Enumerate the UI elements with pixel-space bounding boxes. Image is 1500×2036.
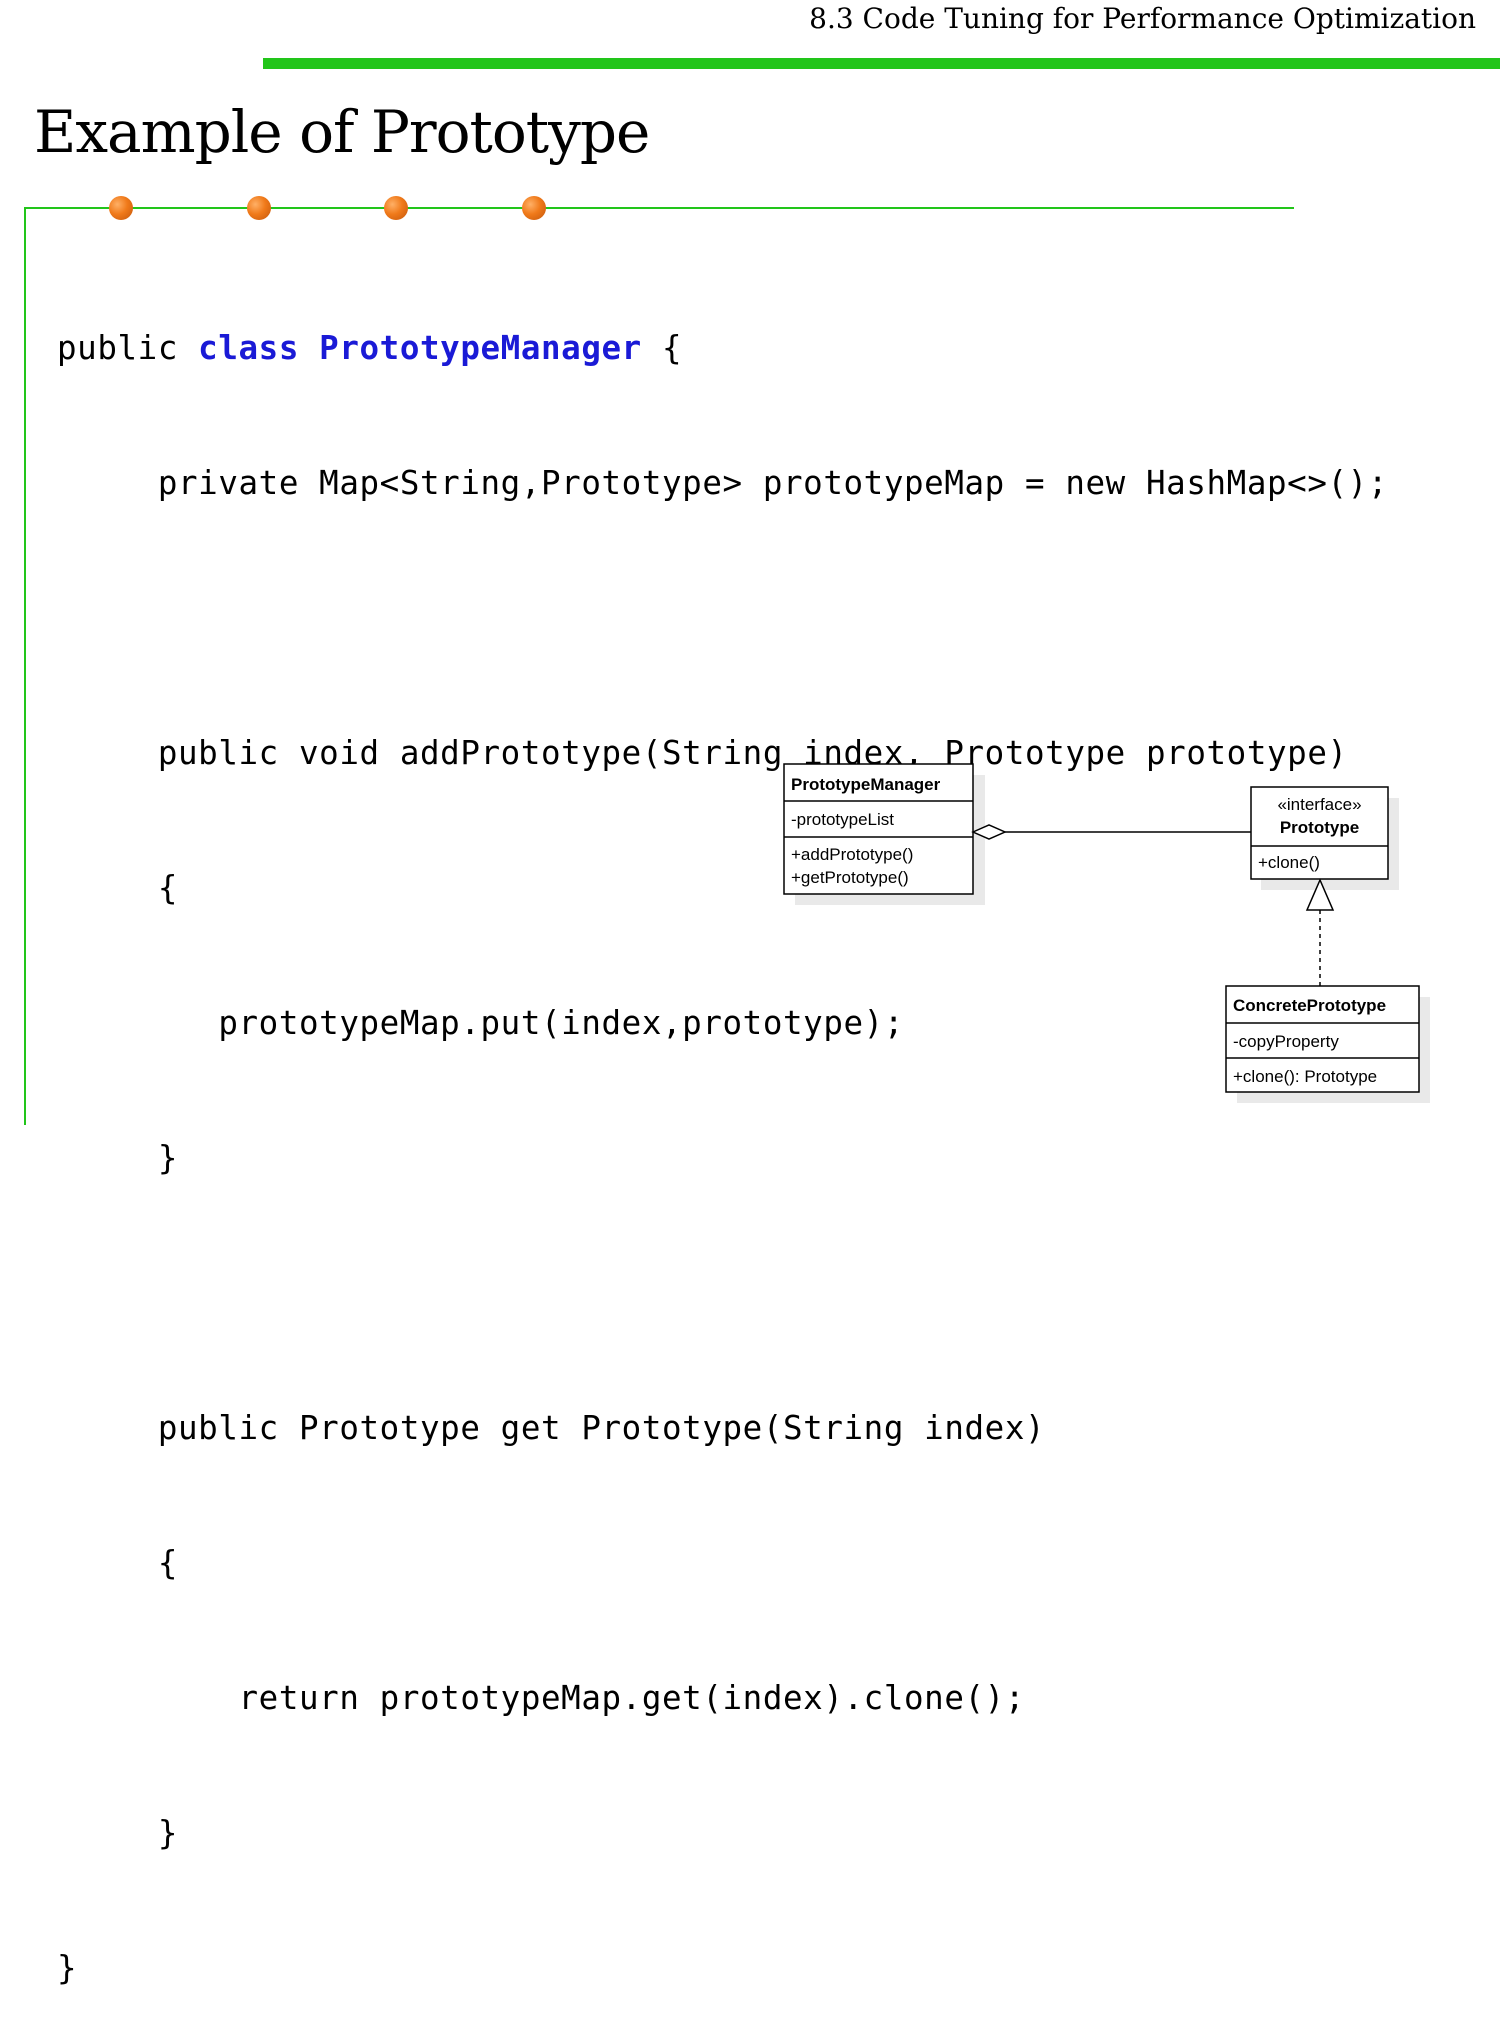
code-line-13: } <box>57 1949 78 1987</box>
code-line-7: } <box>57 1139 178 1177</box>
class-attribute: -prototypeList <box>791 810 894 829</box>
uml-class-diagram: PrototypeManager -prototypeList +addProt… <box>783 763 1430 1103</box>
interface-method: +clone() <box>1258 853 1320 872</box>
class-method: +getPrototype() <box>791 868 909 887</box>
code-line-11: return prototypeMap.get(index).clone(); <box>57 1679 1025 1717</box>
interface-stereotype: «interface» <box>1277 795 1361 814</box>
interface-prototype: «interface» Prototype +clone() <box>1250 786 1389 880</box>
class-prototype-manager: PrototypeManager -prototypeList +addProt… <box>783 763 974 895</box>
class-method: +addPrototype() <box>791 845 913 864</box>
class-concrete-prototype: ConcretePrototype -copyProperty +clone()… <box>1225 985 1420 1093</box>
code-line-9: public Prototype get Prototype(String in… <box>57 1409 1046 1447</box>
code-line-10: { <box>57 1544 178 1582</box>
interface-name-prototype: Prototype <box>1280 818 1359 837</box>
class-method: +clone(): Prototype <box>1233 1067 1377 1086</box>
class-name-prototype-manager: PrototypeManager <box>791 775 941 794</box>
class-name-concrete-prototype: ConcretePrototype <box>1233 996 1386 1015</box>
class-attribute: -copyProperty <box>1233 1032 1339 1051</box>
code-line-12: } <box>57 1814 178 1852</box>
